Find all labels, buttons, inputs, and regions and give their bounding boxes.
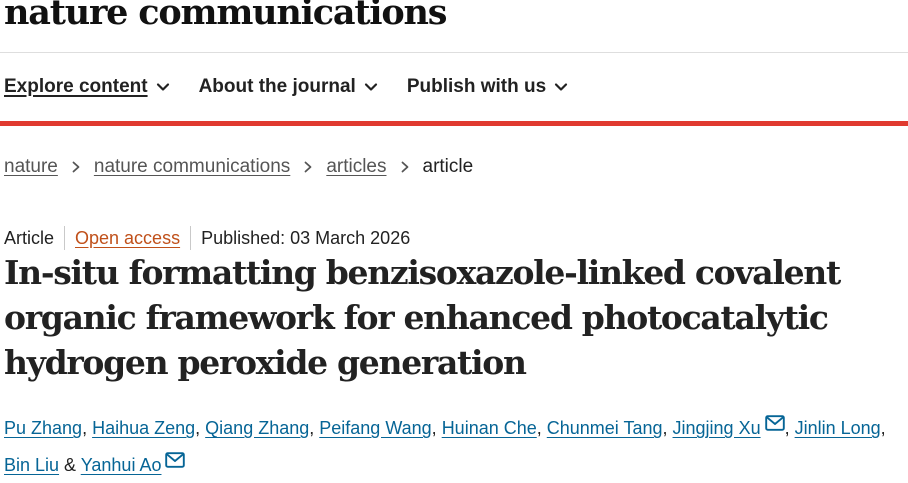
author-link[interactable]: Jingjing Xu bbox=[673, 418, 761, 438]
mail-icon[interactable] bbox=[764, 415, 785, 431]
main-nav: Explore content About the journal Publis… bbox=[4, 76, 597, 98]
nav-publish-with-us-label: Publish with us bbox=[406, 76, 547, 97]
author-link[interactable]: Yanhui Ao bbox=[81, 455, 162, 475]
author-final-separator: & bbox=[59, 455, 81, 475]
author-separator: , bbox=[431, 418, 442, 438]
author-link[interactable]: Huinan Che bbox=[442, 418, 537, 438]
author-link[interactable]: Jinlin Long bbox=[795, 418, 881, 438]
meta-divider bbox=[64, 226, 66, 250]
article-type: Article bbox=[4, 227, 55, 248]
author-separator: , bbox=[784, 418, 795, 438]
breadcrumb: nature nature communications articles ar… bbox=[4, 156, 473, 178]
author-link[interactable]: Peifang Wang bbox=[319, 418, 431, 438]
chevron-down-icon bbox=[553, 79, 569, 95]
author-link[interactable]: Haihua Zeng bbox=[92, 418, 195, 438]
open-access-link[interactable]: Open access bbox=[75, 228, 180, 249]
author-link[interactable]: Pu Zhang bbox=[4, 418, 82, 438]
author-separator: , bbox=[536, 418, 547, 438]
author-list: Pu Zhang, Haihua Zeng, Qiang Zhang, Peif… bbox=[4, 410, 906, 483]
nav-explore-content[interactable]: Explore content bbox=[4, 76, 171, 98]
author-link[interactable]: Bin Liu bbox=[4, 455, 59, 475]
site-logo[interactable]: nature communications bbox=[4, 0, 447, 33]
chevron-right-icon bbox=[302, 160, 314, 174]
author-link[interactable]: Chunmei Tang bbox=[547, 418, 663, 438]
nav-explore-content-label: Explore content bbox=[4, 76, 148, 97]
published-date: Published: 03 March 2026 bbox=[201, 227, 411, 248]
nav-publish-with-us[interactable]: Publish with us bbox=[407, 76, 569, 98]
author-separator: , bbox=[880, 418, 886, 438]
breadcrumb-current: article bbox=[422, 156, 474, 177]
nav-about-the-journal-label: About the journal bbox=[198, 76, 356, 97]
breadcrumb-articles[interactable]: articles bbox=[326, 156, 386, 178]
author-separator: , bbox=[82, 418, 93, 438]
chevron-right-icon bbox=[70, 160, 82, 174]
nav-about-the-journal[interactable]: About the journal bbox=[199, 76, 379, 98]
chevron-right-icon bbox=[399, 160, 411, 174]
author-separator: , bbox=[309, 418, 320, 438]
chevron-down-icon bbox=[155, 79, 171, 95]
article-meta: Article Open access Published: 03 March … bbox=[4, 226, 410, 250]
breadcrumb-nature[interactable]: nature bbox=[4, 156, 58, 178]
accent-rule bbox=[0, 121, 908, 126]
meta-divider bbox=[190, 226, 192, 250]
author-separator: , bbox=[662, 418, 673, 438]
article-title: In-situ formatting benzisoxazole-linked … bbox=[4, 253, 841, 382]
chevron-down-icon bbox=[363, 79, 379, 95]
breadcrumb-nature-communications[interactable]: nature communications bbox=[94, 156, 290, 178]
header-divider bbox=[0, 52, 908, 53]
mail-icon[interactable] bbox=[165, 452, 186, 468]
article-page: nature communications Explore content Ab… bbox=[0, 0, 908, 483]
author-separator: , bbox=[195, 418, 206, 438]
author-link[interactable]: Qiang Zhang bbox=[205, 418, 309, 438]
